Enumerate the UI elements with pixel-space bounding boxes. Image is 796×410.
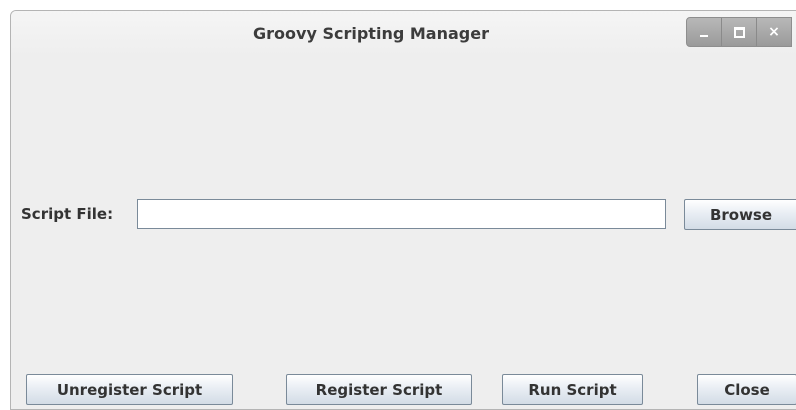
unregister-script-button[interactable]: Unregister Script (26, 374, 233, 405)
title-bar[interactable]: Groovy Scripting Manager × (11, 11, 796, 57)
maximize-button[interactable] (722, 18, 757, 46)
close-icon: × (768, 24, 780, 40)
window-controls: × (686, 17, 792, 47)
script-file-label: Script File: (21, 205, 114, 223)
groovy-scripting-manager-window: Groovy Scripting Manager × Script File: … (10, 10, 796, 410)
script-file-input[interactable] (137, 199, 666, 229)
maximize-icon (733, 26, 745, 38)
close-window-button[interactable]: × (757, 18, 791, 46)
browse-button[interactable]: Browse (684, 199, 796, 230)
close-button[interactable]: Close (697, 374, 796, 405)
window-title: Groovy Scripting Manager (253, 24, 489, 43)
minimize-button[interactable] (687, 18, 722, 46)
register-script-button[interactable]: Register Script (286, 374, 472, 405)
run-script-button[interactable]: Run Script (502, 374, 643, 405)
minimize-icon (700, 35, 708, 37)
